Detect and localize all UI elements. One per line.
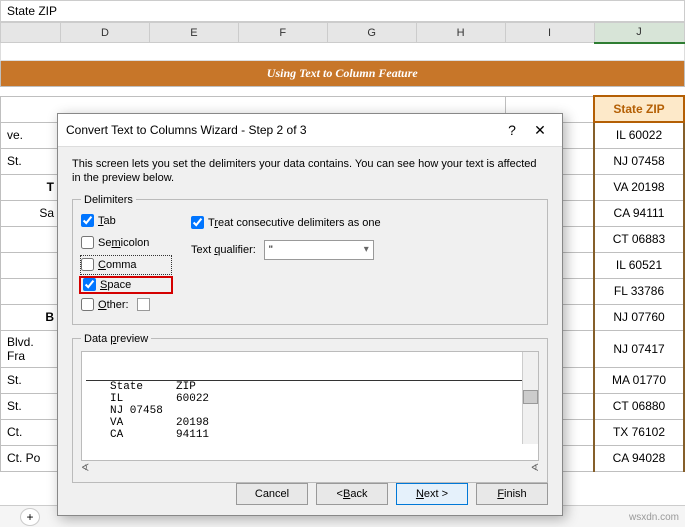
close-button[interactable]: ✕ <box>526 120 554 140</box>
data-cell[interactable]: VA 20198 <box>594 174 684 200</box>
finish-button[interactable]: Finish <box>476 483 548 505</box>
other-label: Other: <box>98 299 129 311</box>
frag-cell[interactable]: Blvd. Fra <box>1 330 61 367</box>
data-cell[interactable]: NJ 07760 <box>594 304 684 330</box>
preview-text: State ZIP IL 60022 NJ 07458 VA 20198 CA … <box>86 380 534 441</box>
data-cell[interactable]: MA 01770 <box>594 367 684 393</box>
frag-cell[interactable]: St. <box>1 148 61 174</box>
col-I[interactable]: I <box>505 23 594 43</box>
text-to-columns-dialog: Convert Text to Columns Wizard - Step 2 … <box>57 113 563 516</box>
frag-cell[interactable]: Sa <box>1 200 61 226</box>
data-cell[interactable]: CT 06883 <box>594 226 684 252</box>
frag-cell[interactable]: Ct. <box>1 419 61 445</box>
semicolon-checkbox[interactable] <box>81 236 94 249</box>
chevron-down-icon: ▾ <box>364 244 369 255</box>
frag-cell[interactable]: St. <box>1 367 61 393</box>
col-F[interactable]: F <box>238 23 327 43</box>
space-checkbox[interactable] <box>83 278 96 291</box>
data-cell[interactable]: IL 60022 <box>594 122 684 148</box>
data-cell[interactable]: CA 94028 <box>594 445 684 471</box>
col-G[interactable]: G <box>327 23 416 43</box>
other-checkbox-row[interactable]: Other: <box>81 296 171 314</box>
treat-consecutive-label: Treat consecutive delimiters as one <box>208 217 381 229</box>
help-button[interactable]: ? <box>498 120 526 140</box>
frag-cell[interactable]: Ct. Po <box>1 445 61 471</box>
preview-legend: Data preview <box>81 333 151 345</box>
header-state-zip[interactable]: State ZIP <box>594 96 684 122</box>
space-checkbox-row[interactable]: Space <box>79 276 173 294</box>
space-label: Space <box>100 279 131 291</box>
other-input[interactable] <box>137 298 150 311</box>
dialog-buttons: Cancel < Back Next > Finish <box>236 483 548 505</box>
other-checkbox[interactable] <box>81 298 94 311</box>
semicolon-checkbox-row[interactable]: Semicolon <box>81 234 171 252</box>
dialog-title: Convert Text to Columns Wizard - Step 2 … <box>66 123 498 137</box>
preview-fieldset: Data preview State ZIP IL 60022 NJ 07458… <box>72 333 548 483</box>
comma-checkbox[interactable] <box>81 258 94 271</box>
frag-cell[interactable]: T <box>1 174 61 200</box>
col-D[interactable]: D <box>61 23 150 43</box>
frag-cell[interactable]: ve. <box>1 122 61 148</box>
dialog-titlebar[interactable]: Convert Text to Columns Wizard - Step 2 … <box>58 114 562 147</box>
scroll-left-icon[interactable]: ∢ <box>81 463 89 474</box>
comma-label: Comma <box>98 259 137 271</box>
text-qualifier-select[interactable]: " ▾ <box>264 240 374 260</box>
back-button[interactable]: < Back <box>316 483 388 505</box>
watermark: wsxdn.com <box>629 512 679 523</box>
data-cell[interactable]: IL 60521 <box>594 252 684 278</box>
semicolon-label: Semicolon <box>98 237 149 249</box>
frag-cell[interactable]: St. <box>1 393 61 419</box>
next-button[interactable]: Next > <box>396 483 468 505</box>
data-cell[interactable]: CA 94111 <box>594 200 684 226</box>
scroll-right-icon[interactable]: ∢ <box>531 463 539 474</box>
col-left[interactable] <box>1 23 61 43</box>
text-qualifier-label: Text qualifier: <box>191 244 256 256</box>
data-cell[interactable]: NJ 07458 <box>594 148 684 174</box>
col-E[interactable]: E <box>149 23 238 43</box>
tab-label: Tab <box>98 215 116 227</box>
frag-cell[interactable] <box>1 252 61 278</box>
data-cell[interactable]: TX 76102 <box>594 419 684 445</box>
formula-bar[interactable]: State ZIP <box>0 0 685 22</box>
frag-cell[interactable] <box>1 226 61 252</box>
frag-cell[interactable] <box>1 278 61 304</box>
data-cell[interactable]: FL 33786 <box>594 278 684 304</box>
tab-checkbox-row[interactable]: Tab <box>81 212 171 230</box>
comma-checkbox-row[interactable]: Comma <box>81 256 171 274</box>
cancel-button[interactable]: Cancel <box>236 483 308 505</box>
tab-checkbox[interactable] <box>81 214 94 227</box>
col-J[interactable]: J <box>594 23 684 43</box>
dialog-instruction: This screen lets you set the delimiters … <box>72 157 548 186</box>
treat-consecutive-row[interactable]: Treat consecutive delimiters as one <box>191 214 539 232</box>
column-headers: D E F G H I J <box>1 23 685 43</box>
preview-area: State ZIP IL 60022 NJ 07458 VA 20198 CA … <box>81 351 539 461</box>
frag-cell[interactable]: B <box>1 304 61 330</box>
delimiters-legend: Delimiters <box>81 194 136 206</box>
delimiters-fieldset: Delimiters Tab Semicolon Comma <box>72 194 548 325</box>
data-cell[interactable]: CT 06880 <box>594 393 684 419</box>
text-qualifier-value: " <box>269 244 273 256</box>
col-H[interactable]: H <box>416 23 505 43</box>
treat-consecutive-checkbox[interactable] <box>191 216 204 229</box>
data-cell[interactable]: NJ 07417 <box>594 330 684 367</box>
banner-title: Using Text to Column Feature <box>1 61 685 87</box>
add-sheet-button[interactable]: + <box>20 508 40 526</box>
preview-scrollbar-v[interactable] <box>522 352 538 444</box>
